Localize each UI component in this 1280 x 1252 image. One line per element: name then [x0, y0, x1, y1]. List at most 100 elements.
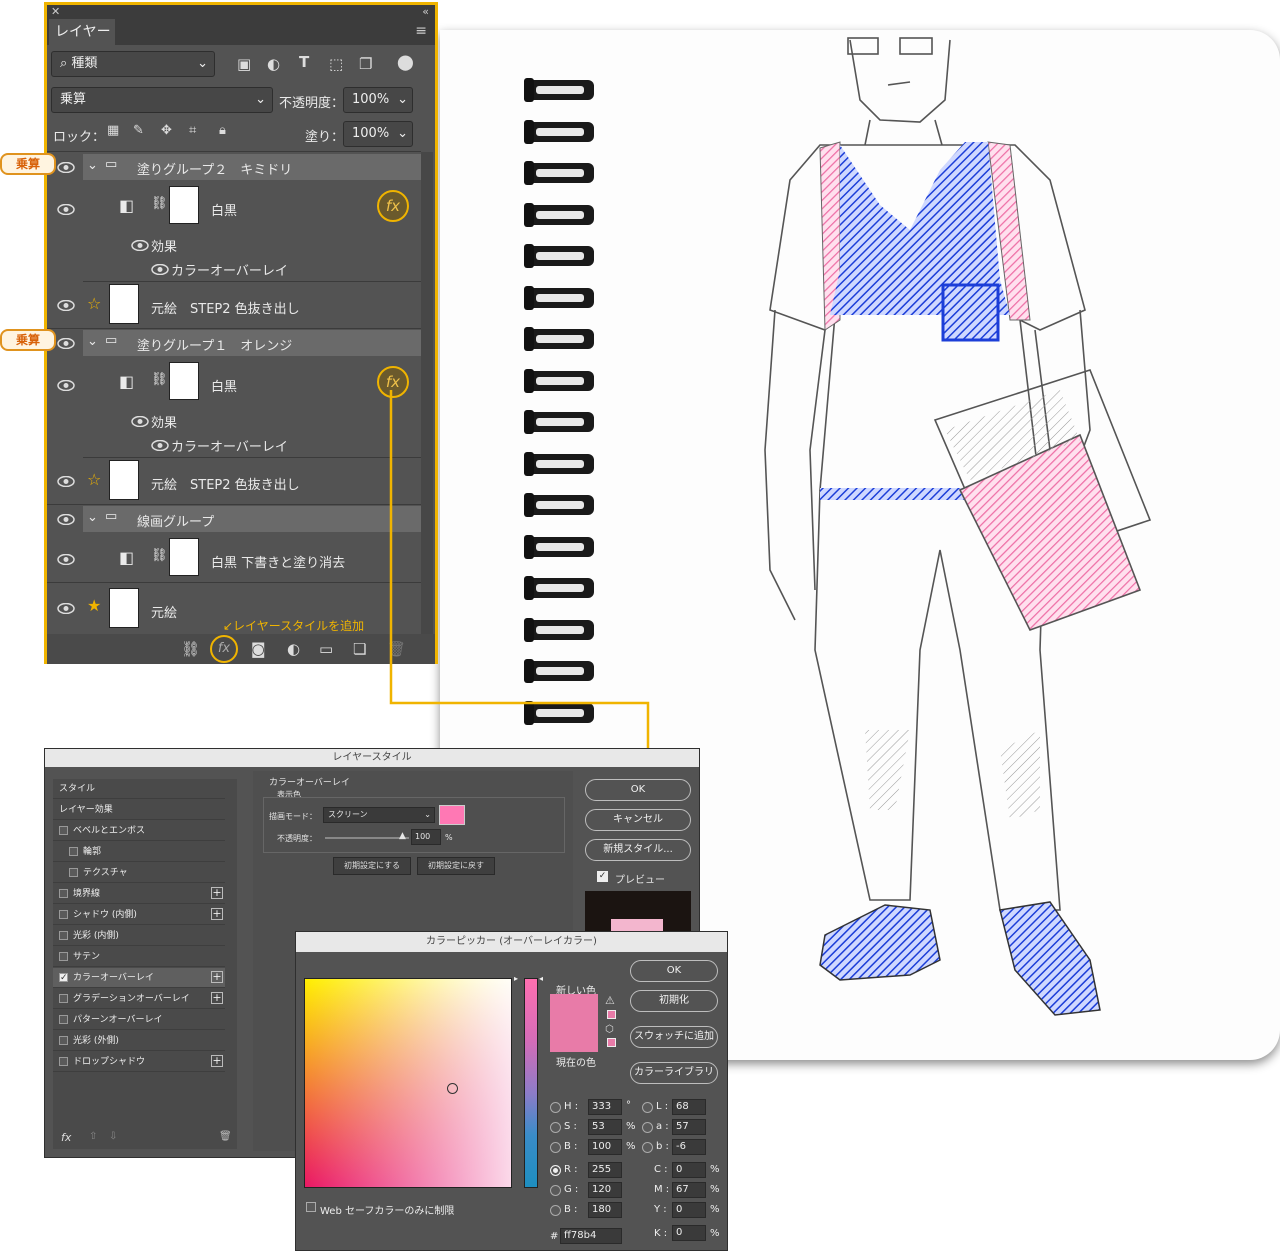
lab-b-input[interactable]: -6 — [672, 1139, 706, 1155]
style-item[interactable]: テクスチャ — [53, 863, 225, 883]
checkbox[interactable] — [59, 1057, 68, 1066]
eye-icon[interactable] — [57, 554, 75, 565]
blue-input[interactable]: 180 — [588, 1202, 622, 1218]
trash-icon[interactable]: 🗑︎ — [219, 1131, 232, 1142]
style-item[interactable]: レイヤー効果 — [53, 800, 225, 820]
radio-b[interactable] — [550, 1142, 561, 1153]
y-input[interactable]: 0 — [672, 1202, 706, 1218]
add-icon[interactable]: + — [211, 887, 223, 899]
style-item[interactable]: 境界線 + — [53, 884, 225, 904]
hue-slider[interactable] — [524, 978, 538, 1188]
fx-badge[interactable]: fx — [377, 190, 409, 222]
checkbox-checked[interactable]: ✓ — [59, 973, 68, 983]
radio-s[interactable] — [550, 1122, 561, 1133]
reset-default-button[interactable]: 初期設定に戻す — [417, 857, 495, 875]
layer-mask-thumbnail[interactable] — [169, 186, 199, 224]
layer-group-line[interactable] — [83, 506, 421, 532]
style-item[interactable]: シャドウ (内側) + — [53, 905, 225, 925]
eye-icon[interactable] — [131, 416, 149, 427]
add-layer-style-button[interactable]: fx — [210, 635, 238, 663]
add-icon[interactable]: + — [211, 908, 223, 920]
checkbox[interactable] — [69, 847, 78, 856]
tab-layers[interactable]: レイヤー — [49, 19, 115, 45]
style-item[interactable]: パターンオーバーレイ — [53, 1010, 225, 1030]
radio-blue[interactable] — [550, 1205, 561, 1216]
filter-kind-select[interactable]: ⌕ 種類 ⌄ — [51, 51, 215, 77]
slider-left-arrow-icon[interactable]: ▸ — [514, 974, 518, 983]
a-input[interactable]: 57 — [672, 1119, 706, 1135]
filter-toggle-icon[interactable]: ⬤ — [397, 53, 414, 71]
eye-icon[interactable] — [57, 476, 75, 487]
make-default-button[interactable]: 初期設定にする — [333, 857, 411, 875]
eye-icon[interactable] — [57, 338, 75, 349]
r-input[interactable]: 255 — [588, 1162, 622, 1178]
lock-move-icon[interactable]: ✥ — [161, 123, 172, 138]
style-item[interactable]: グラデーションオーバーレイ + — [53, 989, 225, 1009]
link-icon[interactable]: ⛓ — [151, 548, 168, 563]
checkbox[interactable] — [59, 994, 68, 1003]
lock-all-icon[interactable]: 🔒︎ — [219, 123, 226, 138]
checkbox[interactable] — [59, 826, 68, 835]
blend-mode-select[interactable]: スクリーン ⌄ — [323, 807, 435, 823]
style-item[interactable]: ドロップシャドウ + — [53, 1052, 225, 1072]
radio-l[interactable] — [642, 1102, 653, 1113]
layer-thumbnail[interactable] — [109, 588, 139, 628]
eye-icon[interactable] — [131, 240, 149, 251]
checkbox[interactable] — [59, 889, 68, 898]
effect-name[interactable]: カラーオーバーレイ — [171, 436, 288, 455]
warning-icon[interactable]: ⚠ — [605, 994, 615, 1007]
k-input[interactable]: 0 — [672, 1225, 706, 1241]
layer-name[interactable]: 元絵 STEP2 色抜き出し — [151, 298, 300, 317]
new-layer-icon[interactable]: ❏ — [353, 640, 366, 658]
lock-brush-icon[interactable]: ✎ — [133, 123, 144, 138]
slider-right-arrow-icon[interactable]: ◂ — [539, 974, 543, 983]
new-style-button[interactable]: 新規スタイル... — [585, 839, 691, 861]
eye-icon[interactable] — [151, 440, 169, 451]
checkbox[interactable] — [59, 1036, 68, 1045]
eye-icon[interactable] — [57, 603, 75, 614]
layer-name[interactable]: 白黒 — [211, 376, 237, 395]
lock-artboard-icon[interactable]: ⌗ — [189, 123, 196, 138]
color-field[interactable] — [304, 978, 512, 1188]
preview-checkbox[interactable]: ✓ — [597, 871, 608, 882]
s-input[interactable]: 53 — [588, 1119, 622, 1135]
web-cube-icon[interactable]: ⬡ — [605, 1024, 614, 1035]
web-only-checkbox[interactable] — [306, 1202, 316, 1212]
chevron-down-icon[interactable]: ⌄ — [87, 334, 98, 349]
link-icon[interactable]: ⛓ — [151, 372, 168, 387]
layer-name[interactable]: 元絵 — [151, 602, 177, 621]
style-item[interactable]: 光彩 (外側) — [53, 1031, 225, 1051]
lock-transparent-icon[interactable]: ▦ — [107, 123, 119, 138]
eye-icon[interactable] — [151, 264, 169, 275]
link-layers-icon[interactable]: ⛓ — [181, 640, 200, 658]
checkbox[interactable] — [59, 952, 68, 961]
shape-filter-icon[interactable]: ⬚ — [329, 55, 343, 73]
fx-menu-icon[interactable]: fx — [61, 1131, 71, 1144]
collapse-icon[interactable]: « — [422, 5, 429, 18]
ok-button[interactable]: OK — [585, 779, 691, 801]
layer-thumbnail[interactable] — [109, 284, 139, 324]
checkbox[interactable] — [69, 868, 78, 877]
opacity-slider[interactable] — [325, 837, 409, 839]
opacity-input[interactable]: 100% ⌄ — [343, 87, 413, 113]
layer-mask-thumbnail[interactable] — [169, 362, 199, 400]
layer-name[interactable]: 塗りグループ１ オレンジ — [137, 335, 292, 354]
reset-button[interactable]: 初期化 — [630, 990, 718, 1012]
panel-menu-icon[interactable]: ≡ — [415, 23, 427, 39]
web-swatch[interactable] — [607, 1038, 616, 1047]
g-input[interactable]: 120 — [588, 1182, 622, 1198]
overlay-color-swatch[interactable] — [439, 805, 465, 825]
style-item-selected[interactable]: ✓ カラーオーバーレイ + — [53, 968, 225, 988]
eye-icon[interactable] — [57, 514, 75, 525]
layer-mask-thumbnail[interactable] — [169, 538, 199, 576]
checkbox[interactable] — [59, 910, 68, 919]
ok-button[interactable]: OK — [630, 960, 718, 982]
layer-name[interactable]: 塗りグループ２ キミドリ — [137, 159, 292, 178]
slider-thumb-icon[interactable]: ▲ — [399, 831, 406, 841]
style-item[interactable]: 輪郭 — [53, 842, 225, 862]
radio-a[interactable] — [642, 1122, 653, 1133]
chevron-down-icon[interactable]: ⌄ — [87, 510, 98, 525]
style-item[interactable]: 光彩 (内側) — [53, 926, 225, 946]
h-input[interactable]: 333 — [588, 1099, 622, 1115]
eye-icon[interactable] — [57, 380, 75, 391]
